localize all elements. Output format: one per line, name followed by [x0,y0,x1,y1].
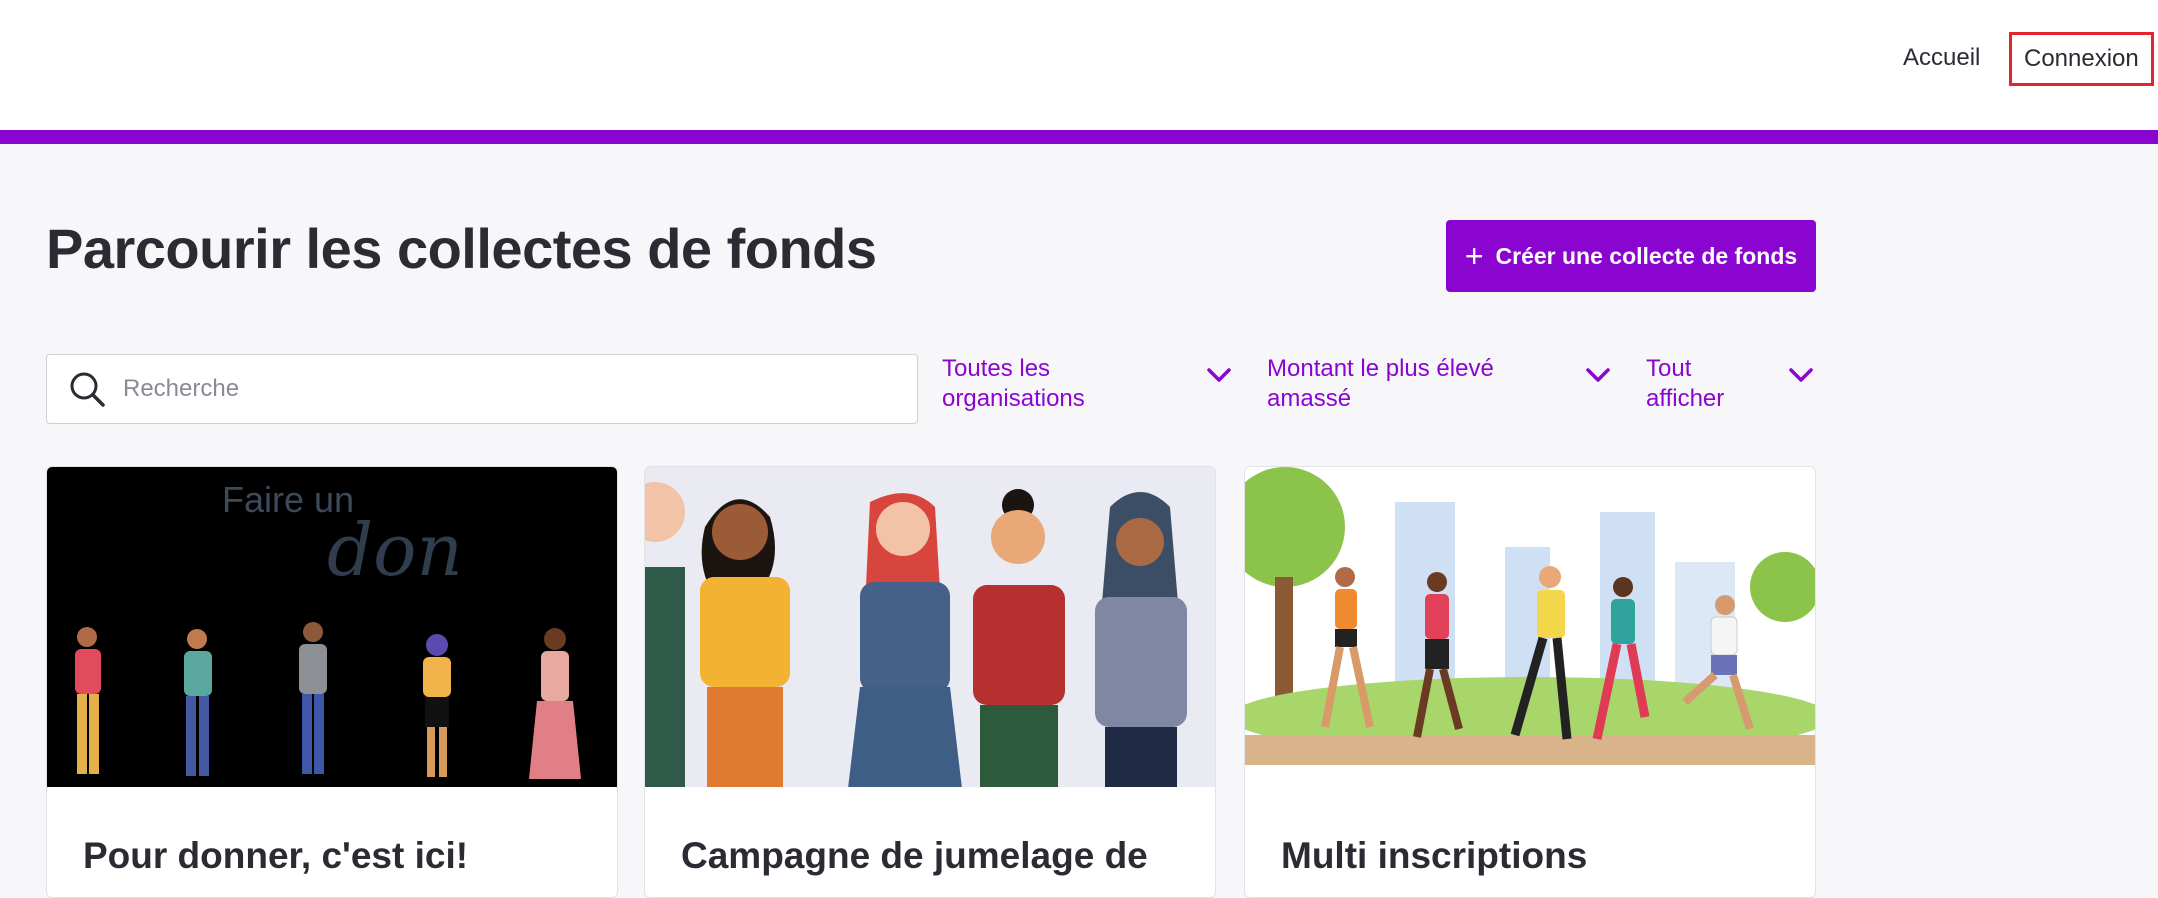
top-navigation: Accueil Connexion [0,0,2158,130]
search-box [46,354,918,424]
card-title: Pour donner, c'est ici! [83,835,469,876]
card-image-runners-illustration [1245,467,1815,787]
search-icon [70,372,105,407]
nav-link-home[interactable]: Accueil [1903,44,1980,72]
search-input[interactable] [121,374,885,404]
fundraiser-card[interactable]: Multi inscriptions [1244,466,1816,898]
card-image-script: don [327,508,463,592]
sort-filter-label: Montant le plus élevé amassé [1267,355,1494,412]
create-fundraiser-button[interactable]: + Créer une collecte de fonds [1446,220,1816,292]
sort-filter-dropdown[interactable]: Montant le plus élevé amassé [1267,354,1610,414]
display-filter-label: Tout afficher [1646,355,1725,412]
fundraiser-card[interactable]: Faire un don Pour donner, c'est ici! [46,466,618,898]
card-image-people-illustration [645,467,1215,787]
card-title: Campagne de jumelage de [681,835,1148,876]
chevron-down-icon [1789,368,1813,382]
display-filter-dropdown[interactable]: Tout afficher [1646,354,1818,414]
create-fundraiser-label: Créer une collecte de fonds [1495,242,1798,269]
plus-icon: + [1464,238,1484,274]
nav-link-login[interactable]: Connexion [2009,32,2154,86]
card-title: Multi inscriptions [1281,835,1588,876]
chevron-down-icon [1586,368,1610,382]
page-title: Parcourir les collectes de fonds [46,217,877,280]
chevron-down-icon [1207,368,1231,382]
card-image-donate-illustration: Faire un don [47,467,617,787]
organization-filter-label: Toutes les organisations [942,355,1085,412]
organization-filter-dropdown[interactable]: Toutes les organisations [942,354,1232,414]
brand-accent-bar [0,130,2158,144]
fundraiser-card[interactable]: Campagne de jumelage de [644,466,1216,898]
